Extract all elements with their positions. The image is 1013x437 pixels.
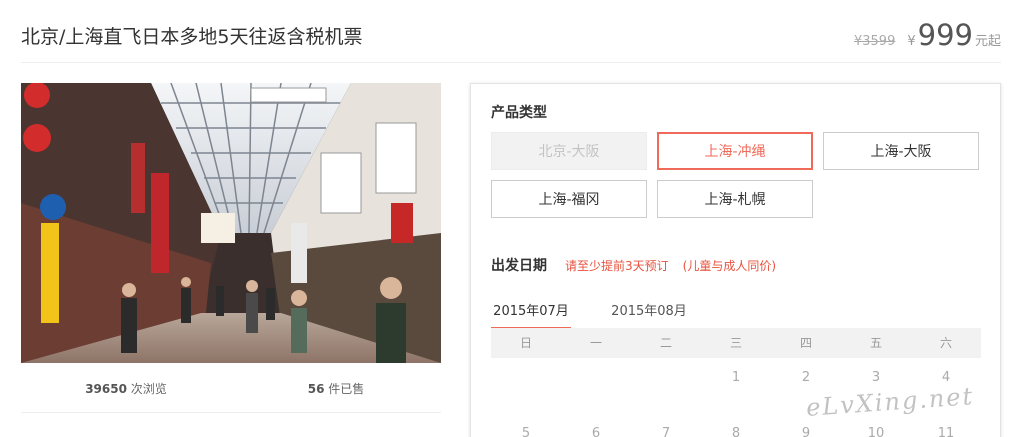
month-tabs: 2015年07月 2015年08月 (491, 300, 727, 330)
product-title: 北京/上海直飞日本多地5天往返含税机票 (21, 26, 363, 48)
calendar-day: 1 (731, 370, 741, 385)
product-page: 北京/上海直飞日本多地5天往返含税机票 ¥3599 ¥ 999 元起 39650… (0, 0, 1013, 437)
calendar-empty-cell (561, 370, 631, 385)
tab-month-2015-08[interactable]: 2015年08月 (609, 300, 689, 330)
child-price-note: (儿童与成人同价) (682, 259, 777, 273)
weekday-sun: 日 (519, 336, 532, 350)
calendar-day: 10 (867, 426, 885, 437)
price-currency: ¥ (907, 34, 916, 49)
calendar-day: 7 (661, 426, 671, 437)
weekday-fri: 五 (869, 336, 882, 350)
calendar-empty-cell (491, 370, 561, 385)
weekday-wed: 三 (729, 336, 742, 350)
calendar-empty-cell (631, 370, 701, 385)
weekday-thu: 四 (799, 336, 812, 350)
departure-date-label: 出发日期 (491, 258, 547, 274)
price-block: ¥3599 ¥ 999 元起 (854, 18, 1001, 52)
option-shanghai-okinawa[interactable]: 上海-冲绳 (657, 132, 813, 170)
calendar-week-1: 1 2 3 4 (491, 370, 981, 385)
sold-count: 56 件已售 (307, 382, 365, 396)
view-count: 39650 次浏览 (85, 382, 167, 396)
booking-panel: 产品类型 北京-大阪 上海-冲绳 上海-大阪 上海-福冈 上海-札幌 出发日期 … (470, 83, 1001, 437)
option-beijing-osaka: 北京-大阪 (491, 132, 647, 170)
weekday-sat: 六 (939, 336, 952, 350)
weekday-header: 日 一 二 三 四 五 六 (491, 328, 981, 358)
calendar-day: 3 (871, 370, 881, 385)
option-shanghai-fukuoka[interactable]: 上海-福冈 (491, 180, 647, 218)
calendar-week-2: 5 6 7 8 9 10 11 (491, 426, 981, 437)
calendar-day: 2 (801, 370, 811, 385)
weekday-mon: 一 (589, 336, 602, 350)
calendar-day: 8 (731, 426, 741, 437)
product-type-label: 产品类型 (491, 105, 547, 121)
departure-date-row: 出发日期 请至少提前3天预订 (儿童与成人同价) (491, 255, 790, 275)
calendar-day: 6 (591, 426, 601, 437)
option-shanghai-sapporo[interactable]: 上海-札幌 (657, 180, 813, 218)
product-photo (21, 83, 441, 363)
product-stats: 39650 次浏览 56 件已售 (21, 380, 441, 397)
current-price: 999 (917, 18, 973, 52)
calendar-day: 11 (937, 426, 955, 437)
original-price: ¥3599 (853, 34, 896, 49)
option-shanghai-osaka[interactable]: 上海-大阪 (823, 132, 979, 170)
stats-divider (21, 412, 441, 413)
header-divider (21, 62, 1001, 63)
price-unit: 元起 (974, 34, 1001, 49)
tab-month-2015-07[interactable]: 2015年07月 (491, 300, 571, 330)
advance-booking-note: 请至少提前3天预订 (565, 259, 669, 273)
weekday-tue: 二 (659, 336, 672, 350)
calendar-day: 9 (801, 426, 811, 437)
calendar-day: 5 (521, 426, 531, 437)
